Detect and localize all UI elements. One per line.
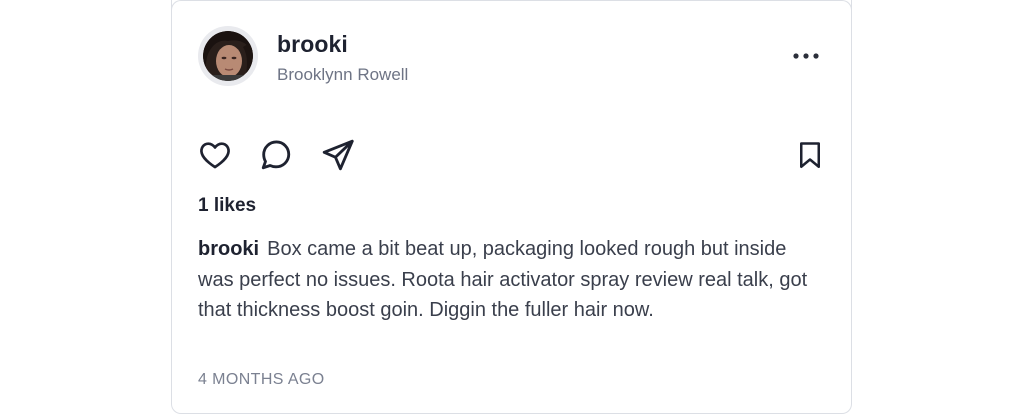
post-actions bbox=[198, 135, 825, 175]
save-button[interactable] bbox=[790, 135, 830, 175]
username[interactable]: brooki bbox=[277, 30, 408, 58]
like-button[interactable] bbox=[195, 135, 235, 175]
avatar[interactable] bbox=[198, 26, 258, 86]
heart-icon bbox=[200, 142, 230, 169]
caption-username[interactable]: brooki bbox=[198, 238, 259, 260]
avatar-image bbox=[203, 31, 253, 81]
bookmark-icon bbox=[800, 142, 820, 168]
full-name: Brooklynn Rowell bbox=[277, 65, 409, 84]
send-icon bbox=[322, 139, 354, 171]
post-caption: brooki Box came a bit beat up, packaging … bbox=[198, 234, 818, 326]
share-button[interactable] bbox=[318, 135, 358, 175]
likes-count[interactable]: 1 likes bbox=[198, 195, 256, 217]
user-info: brooki Brooklynn Rowell bbox=[277, 30, 408, 85]
post-card: brooki Brooklynn Rowell 1 likes brooki B… bbox=[171, 0, 852, 414]
more-horizontal-icon bbox=[793, 53, 819, 59]
comment-bubble-icon bbox=[261, 140, 291, 170]
more-options-button[interactable] bbox=[791, 44, 821, 68]
post-header: brooki Brooklynn Rowell bbox=[198, 26, 825, 86]
comment-button[interactable] bbox=[256, 135, 296, 175]
caption-text: Box came a bit beat up, packaging looked… bbox=[198, 238, 808, 321]
post-timestamp: 4 MONTHS AGO bbox=[198, 371, 325, 388]
